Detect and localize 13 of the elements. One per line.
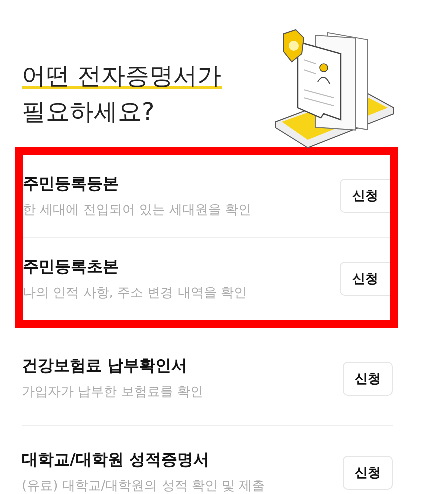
certificate-title: 주민등록등본 (23, 174, 120, 194)
heading-line: 필요하세요? (22, 98, 155, 126)
apply-button[interactable]: 신청 (340, 262, 390, 296)
certificate-title: 건강보험료 납부확인서 (22, 356, 189, 377)
certificate-description: 한 세대에 전입되어 있는 세대원을 확인 (23, 202, 252, 218)
apply-button[interactable]: 신청 (340, 179, 390, 213)
certificate-description: (유료) 대학교/대학원의 성적 확인 및 제출 (22, 478, 266, 494)
certificate-description: 나의 인적 사항, 주소 변경 내역을 확인 (23, 284, 247, 302)
certificate-description: 가입자가 납부한 보험료를 확인 (22, 384, 204, 401)
certificate-title: 대학교/대학원 성적증명서 (22, 450, 210, 471)
apply-button[interactable]: 신청 (343, 362, 393, 396)
certificate-title: 주민등록초본 (23, 256, 120, 278)
apply-button[interactable]: 신청 (343, 456, 393, 490)
